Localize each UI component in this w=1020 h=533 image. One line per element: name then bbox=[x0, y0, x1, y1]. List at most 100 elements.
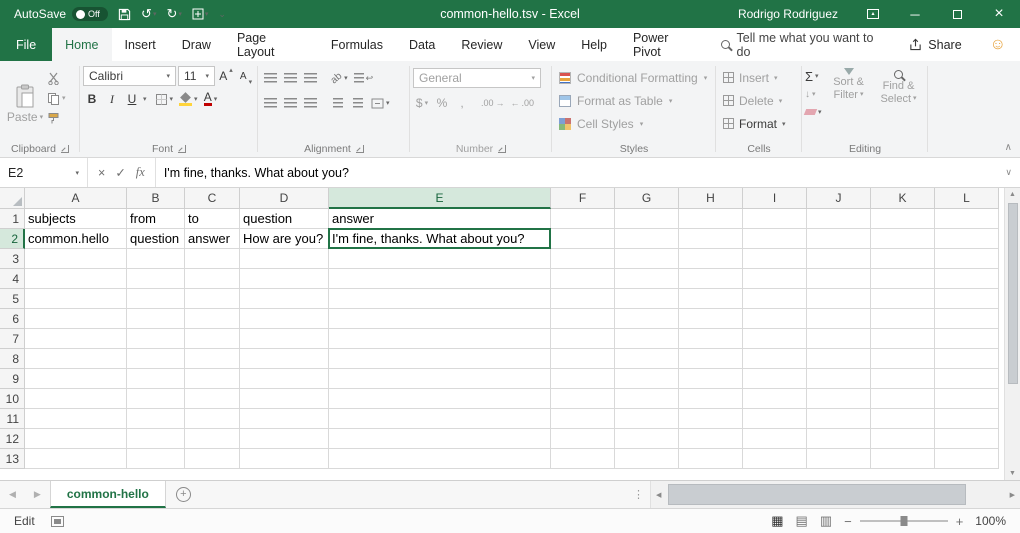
font-color-button[interactable]: A▾ bbox=[202, 89, 220, 109]
row-header-13[interactable]: 13 bbox=[0, 449, 25, 469]
sort-filter-button[interactable]: Sort & Filter▾ bbox=[826, 66, 872, 140]
row-header-5[interactable]: 5 bbox=[0, 289, 25, 309]
zoom-level[interactable]: 100% bbox=[975, 514, 1006, 528]
cell-E7[interactable] bbox=[329, 329, 551, 349]
format-painter-button[interactable] bbox=[47, 110, 66, 126]
cell-C6[interactable] bbox=[185, 309, 240, 329]
wrap-text-button[interactable]: ↩ bbox=[352, 68, 376, 88]
cell-H11[interactable] bbox=[679, 409, 743, 429]
cell-J1[interactable] bbox=[807, 209, 871, 229]
percent-style-button[interactable]: % bbox=[433, 93, 451, 113]
cell-I4[interactable] bbox=[743, 269, 807, 289]
grow-font-button[interactable]: A▴ bbox=[217, 66, 235, 86]
cell-H6[interactable] bbox=[679, 309, 743, 329]
find-select-button[interactable]: Find & Select▾ bbox=[876, 66, 922, 140]
font-name-combo[interactable]: Calibri▾ bbox=[83, 66, 176, 86]
sheet-nav-left-icon[interactable]: ◀ bbox=[0, 481, 25, 508]
cell-B3[interactable] bbox=[127, 249, 185, 269]
cell-J8[interactable] bbox=[807, 349, 871, 369]
cell-B4[interactable] bbox=[127, 269, 185, 289]
cell-J6[interactable] bbox=[807, 309, 871, 329]
cell-C12[interactable] bbox=[185, 429, 240, 449]
cell-I2[interactable] bbox=[743, 229, 807, 249]
top-align-button[interactable] bbox=[261, 68, 279, 88]
cut-button[interactable] bbox=[47, 70, 66, 86]
select-all-corner[interactable] bbox=[0, 188, 25, 209]
name-box[interactable]: E2 ▾ bbox=[0, 158, 88, 187]
cell-J3[interactable] bbox=[807, 249, 871, 269]
cell-I5[interactable] bbox=[743, 289, 807, 309]
fill-color-button[interactable]: ▾ bbox=[177, 89, 200, 109]
tab-insert[interactable]: Insert bbox=[112, 28, 169, 61]
cell-D1[interactable]: question bbox=[240, 209, 329, 229]
cell-D3[interactable] bbox=[240, 249, 329, 269]
align-center-button[interactable] bbox=[281, 93, 299, 113]
cell-H9[interactable] bbox=[679, 369, 743, 389]
minimize-button[interactable]: ─ bbox=[894, 0, 936, 28]
zoom-in-button[interactable]: + bbox=[956, 514, 964, 529]
vertical-scroll-thumb[interactable] bbox=[1008, 203, 1018, 384]
cell-L11[interactable] bbox=[935, 409, 999, 429]
cell-I10[interactable] bbox=[743, 389, 807, 409]
cell-F8[interactable] bbox=[551, 349, 615, 369]
row-header-8[interactable]: 8 bbox=[0, 349, 25, 369]
cell-G10[interactable] bbox=[615, 389, 679, 409]
row-header-6[interactable]: 6 bbox=[0, 309, 25, 329]
column-header-C[interactable]: C bbox=[185, 188, 240, 209]
cell-E1[interactable]: answer bbox=[329, 209, 551, 229]
cell-styles-button[interactable]: Cell Styles▾ bbox=[555, 112, 713, 135]
cell-A12[interactable] bbox=[25, 429, 127, 449]
undo-button[interactable]: ↺▾ bbox=[141, 6, 156, 22]
horizontal-scroll-thumb[interactable] bbox=[668, 484, 966, 505]
font-size-combo[interactable]: 11▾ bbox=[178, 66, 215, 86]
share-button[interactable]: Share bbox=[895, 28, 975, 61]
insert-function-button[interactable]: fx bbox=[136, 165, 145, 180]
touch-mode-button[interactable]: ▾ bbox=[192, 8, 209, 20]
cell-L7[interactable] bbox=[935, 329, 999, 349]
cell-J7[interactable] bbox=[807, 329, 871, 349]
number-dialog-launcher-icon[interactable] bbox=[498, 145, 506, 153]
bottom-align-button[interactable] bbox=[301, 68, 319, 88]
cell-F12[interactable] bbox=[551, 429, 615, 449]
tab-file[interactable]: File bbox=[0, 28, 52, 61]
cell-K11[interactable] bbox=[871, 409, 935, 429]
cell-E4[interactable] bbox=[329, 269, 551, 289]
cell-B11[interactable] bbox=[127, 409, 185, 429]
tab-power-pivot[interactable]: Power Pivot bbox=[620, 28, 711, 61]
cell-G11[interactable] bbox=[615, 409, 679, 429]
cell-C5[interactable] bbox=[185, 289, 240, 309]
cell-B2[interactable]: question bbox=[127, 229, 185, 249]
cell-C11[interactable] bbox=[185, 409, 240, 429]
cell-D5[interactable] bbox=[240, 289, 329, 309]
cell-B5[interactable] bbox=[127, 289, 185, 309]
alignment-dialog-launcher-icon[interactable] bbox=[356, 145, 364, 153]
cell-I3[interactable] bbox=[743, 249, 807, 269]
cell-D6[interactable] bbox=[240, 309, 329, 329]
cell-B1[interactable]: from bbox=[127, 209, 185, 229]
cell-E2[interactable]: I'm fine, thanks. What about you? bbox=[329, 229, 551, 249]
cell-H8[interactable] bbox=[679, 349, 743, 369]
cell-F6[interactable] bbox=[551, 309, 615, 329]
collapse-ribbon-icon[interactable]: ∧ bbox=[1005, 142, 1012, 153]
cell-H3[interactable] bbox=[679, 249, 743, 269]
cell-E9[interactable] bbox=[329, 369, 551, 389]
cell-I13[interactable] bbox=[743, 449, 807, 469]
cell-F1[interactable] bbox=[551, 209, 615, 229]
formula-input[interactable]: I'm fine, thanks. What about you? bbox=[156, 158, 998, 187]
cell-G12[interactable] bbox=[615, 429, 679, 449]
row-header-2[interactable]: 2 bbox=[0, 229, 25, 249]
cell-H13[interactable] bbox=[679, 449, 743, 469]
tab-draw[interactable]: Draw bbox=[169, 28, 224, 61]
cell-E8[interactable] bbox=[329, 349, 551, 369]
cell-A10[interactable] bbox=[25, 389, 127, 409]
insert-cells-button[interactable]: Insert▾ bbox=[719, 66, 799, 89]
comma-style-button[interactable]: , bbox=[453, 93, 471, 113]
cell-J11[interactable] bbox=[807, 409, 871, 429]
column-header-B[interactable]: B bbox=[127, 188, 185, 209]
cell-K10[interactable] bbox=[871, 389, 935, 409]
cell-A6[interactable] bbox=[25, 309, 127, 329]
close-button[interactable]: × bbox=[978, 0, 1020, 28]
quick-access-customize-button[interactable]: ⌄ bbox=[218, 9, 226, 20]
delete-cells-button[interactable]: Delete▾ bbox=[719, 89, 799, 112]
cell-K5[interactable] bbox=[871, 289, 935, 309]
